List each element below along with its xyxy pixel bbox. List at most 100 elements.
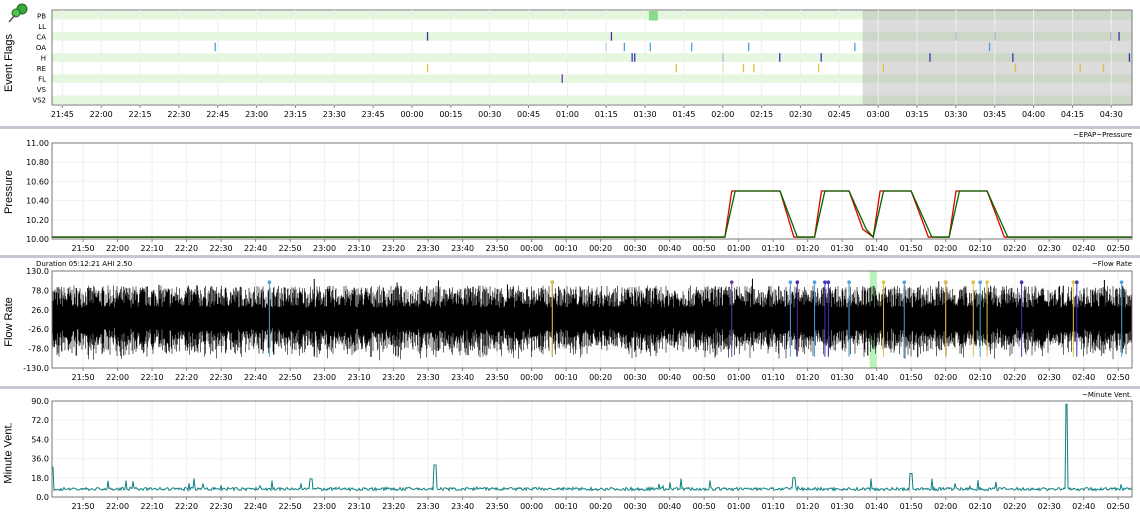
x-tick-label: 21:50	[72, 502, 95, 511]
x-tick-label: 01:50	[900, 373, 923, 382]
y-tick-label: -26.0	[28, 325, 49, 334]
event-marker-dot	[902, 280, 907, 284]
x-tick-label: 02:20	[1003, 373, 1026, 382]
x-tick-label: 02:10	[969, 373, 992, 382]
y-tick-label: 10.00	[26, 235, 49, 244]
flag-row-label: PB	[37, 12, 46, 20]
x-tick-label: 00:00	[520, 502, 543, 511]
x-tick-label: 21:50	[72, 244, 95, 253]
x-tick-label: 00:00	[520, 373, 543, 382]
x-tick-label: 00:30	[624, 244, 647, 253]
x-tick-label: 22:45	[206, 110, 229, 119]
x-tick-label: 22:00	[106, 502, 129, 511]
flow-chart[interactable]: 130.0 78.0 26.0 -26.0 -78.0 -130.0 21:50 22:00 2…	[0, 258, 1140, 386]
x-tick-label: 23:00	[313, 502, 336, 511]
x-tick-label: 00:20	[589, 502, 612, 511]
flow-panel: Flow Rate 130.0 78.0 26.0 -26.0 -78.0 -130.0 2…	[0, 258, 1140, 386]
y-tick-label: 0.0	[36, 493, 49, 502]
flag-row-label: LL	[38, 23, 46, 31]
x-tick-label: 00:50	[693, 244, 716, 253]
event-marker-dot	[847, 280, 851, 284]
x-tick-label: 00:40	[658, 373, 681, 382]
x-tick-label: 23:20	[382, 373, 405, 382]
shaded-region	[862, 10, 1132, 105]
x-tick-label: 23:30	[323, 110, 346, 119]
x-tick-label: 02:50	[1107, 244, 1130, 253]
x-tick-label: 22:50	[279, 244, 302, 253]
series-line-flow-rate	[51, 285, 1132, 361]
x-tick-label: 00:20	[589, 244, 612, 253]
x-tick-label: 02:00	[934, 373, 957, 382]
x-tick-label: 02:00	[711, 110, 734, 119]
x-tick-label: 00:50	[693, 502, 716, 511]
pressure-chart[interactable]: 11.00 10.80 10.60 10.40 10.20 10.00 21:50 22:00…	[0, 129, 1140, 255]
x-tick-label: 22:10	[141, 502, 164, 511]
y-tick-label: 10.40	[26, 197, 49, 206]
x-tick-label: 23:00	[313, 244, 336, 253]
event-marker-dot	[267, 280, 272, 284]
minvent-panel: Minute Vent. 90.0 72.0 54.0 36.0 18.0 0.0 21:5…	[0, 389, 1140, 516]
flag-row-label: OA	[36, 44, 46, 52]
x-tick-label: 22:15	[129, 110, 152, 119]
x-tick-label: 23:10	[348, 373, 371, 382]
event-marker-dot	[985, 280, 989, 284]
x-tick-label: 02:40	[1072, 502, 1095, 511]
x-tick-label: 00:45	[517, 110, 540, 119]
x-tick-label: 03:00	[867, 110, 890, 119]
x-tick-label: 03:45	[983, 110, 1006, 119]
x-tick-label: 01:45	[672, 110, 695, 119]
event-marker-dot	[823, 280, 827, 284]
event-marker-dot	[971, 280, 976, 284]
x-tick-label: 22:40	[244, 244, 267, 253]
plot-frame	[51, 400, 1133, 498]
x-tick-label: 01:20	[796, 373, 819, 382]
x-tick-label: 23:10	[348, 244, 371, 253]
event-marker-dot	[826, 280, 831, 284]
x-tick-label: 00:30	[624, 373, 647, 382]
flag-row-label: FL	[38, 76, 46, 84]
flag-row-label: VS2	[32, 97, 46, 105]
x-tick-label: 01:40	[865, 502, 888, 511]
x-tick-label: 01:15	[595, 110, 618, 119]
x-tick-label: 00:10	[555, 502, 578, 511]
event-flags-panel: Event Flags PB LL CA OA H RE FL VS VS2 21:45 22:00…	[0, 0, 1140, 125]
x-tick-label: 03:30	[944, 110, 967, 119]
y-tick-label: 10.60	[26, 177, 49, 186]
x-tick-label: 01:10	[762, 373, 785, 382]
x-tick-label: 22:50	[279, 373, 302, 382]
x-tick-label: 02:45	[828, 110, 851, 119]
x-tick-label: 21:45	[51, 110, 74, 119]
x-tick-label: 02:00	[934, 244, 957, 253]
x-tick-label: 02:30	[789, 110, 812, 119]
x-tick-label: 01:10	[762, 244, 785, 253]
flag-mark	[648, 11, 658, 21]
x-tick-label: 01:20	[796, 502, 819, 511]
y-tick-label: -78.0	[28, 345, 49, 354]
event-marker-dot	[1074, 280, 1079, 284]
x-tick-label: 00:10	[555, 373, 578, 382]
minvent-chart[interactable]: 90.0 72.0 54.0 36.0 18.0 0.0 21:50 22:00 22:10 22…	[0, 389, 1140, 516]
x-tick-label: 23:45	[362, 110, 385, 119]
x-tick-label: 22:50	[279, 502, 302, 511]
x-tick-label: 00:10	[555, 244, 578, 253]
x-tick-label: 23:40	[451, 373, 474, 382]
x-tick-label: 00:40	[658, 502, 681, 511]
x-tick-label: 23:50	[486, 244, 509, 253]
x-tick-label: 04:30	[1100, 110, 1123, 119]
x-tick-label: 01:00	[727, 502, 750, 511]
event-marker-dot	[795, 280, 800, 284]
x-tick-label: 02:20	[1003, 502, 1026, 511]
x-tick-label: 23:30	[417, 502, 440, 511]
x-tick-label: 02:00	[934, 502, 957, 511]
x-tick-label: 02:50	[1107, 373, 1130, 382]
pressure-panel: Pressure 11.00 10.80 10.60 10.40 10.20 10.00 2…	[0, 129, 1140, 255]
y-tick-label: 10.80	[26, 158, 49, 167]
x-tick-label: 02:30	[1038, 502, 1061, 511]
event-marker-dot	[729, 280, 734, 284]
x-tick-label: 02:10	[969, 502, 992, 511]
event-marker-dot	[812, 280, 817, 284]
pressure-legend: ~EPAP~Pressure	[1073, 131, 1132, 139]
x-tick-label: 22:40	[244, 373, 267, 382]
y-tick-label: 78.0	[31, 286, 49, 295]
flags-chart[interactable]: PB LL CA OA H RE FL VS VS2 21:45 22:00 22:15 22:30 22…	[0, 0, 1140, 125]
